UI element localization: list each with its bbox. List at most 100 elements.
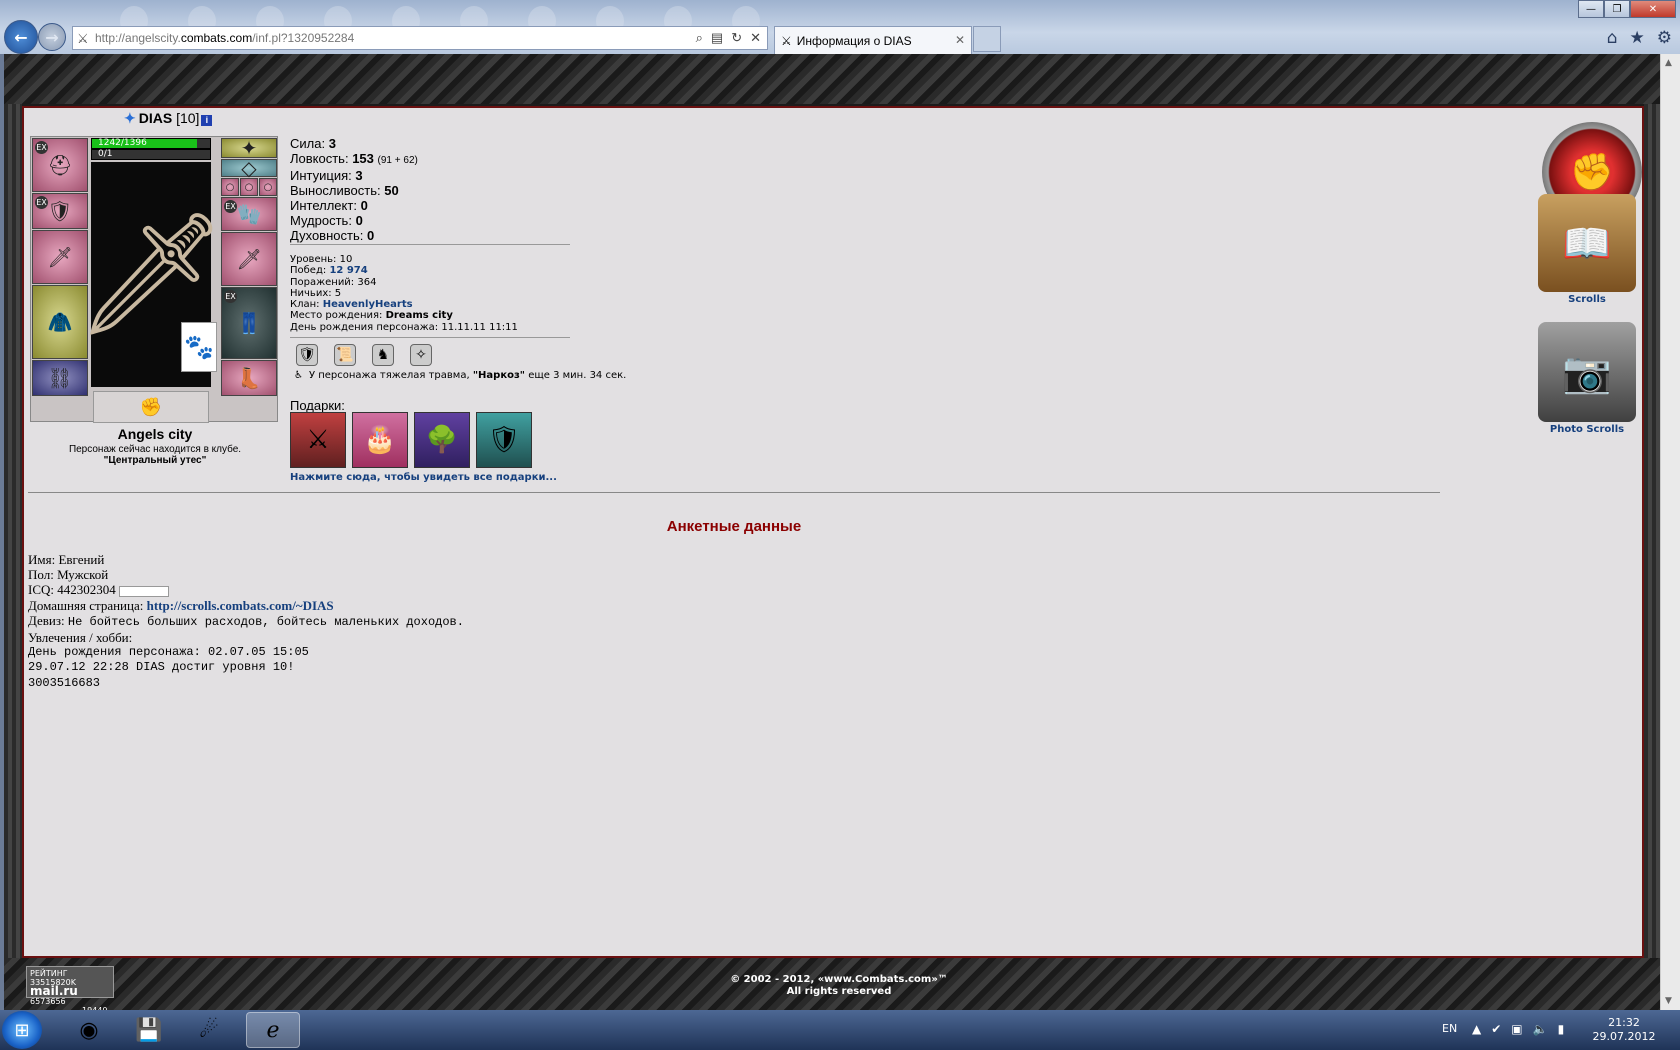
meta-divider <box>290 337 570 338</box>
stats-divider <box>290 244 570 245</box>
tray-app-icon[interactable]: ✔ <box>1491 1022 1501 1036</box>
amulet-slot[interactable]: ✦ <box>221 136 277 160</box>
belt-slot[interactable]: ⛓ <box>32 360 88 396</box>
effect-armor-icon[interactable]: 🛡 <box>296 344 318 366</box>
right-weapon-slot[interactable]: 🗡 <box>221 232 277 286</box>
clock[interactable]: 21:32 29.07.2012 <box>1580 1016 1668 1044</box>
meta-birthday: День рождения персонажа: 11.11.11 11:11 <box>290 321 518 333</box>
forward-button[interactable]: → <box>38 23 66 51</box>
favorites-star-icon[interactable]: ★ <box>1630 28 1645 48</box>
search-icon[interactable]: ⌕ <box>696 30 703 46</box>
photo-scrolls-label: Photo Scrolls <box>1549 424 1625 435</box>
effect-magic-icon[interactable]: ✧ <box>410 344 432 366</box>
clan-link[interactable]: HeavenlyHearts <box>323 299 413 310</box>
ring-slot-3[interactable]: ○ <box>259 178 277 196</box>
stat-endurance: Выносливость: 50 <box>290 183 399 198</box>
helmet-slot[interactable]: EX ⛑ <box>32 138 88 192</box>
language-indicator[interactable]: EN <box>1442 1022 1457 1035</box>
tab-close-icon[interactable]: ✕ <box>955 33 965 47</box>
scroll-down-icon[interactable]: ▼ <box>1665 996 1672 1006</box>
anket-hobby: Увлечения / хобби: <box>28 630 133 646</box>
section-divider <box>28 492 1440 493</box>
mailru-rating-counter[interactable]: РЕЙТИНГ 33515820K mail.ru 6573656 19440 <box>26 966 114 1015</box>
gear-icon[interactable]: ⚙ <box>1657 28 1672 48</box>
scrolls-label: Scrolls <box>1568 294 1606 305</box>
minimize-button[interactable]: — <box>1578 0 1604 18</box>
web-page: ✦ DIAS [10] i EX ⛑ EX 🛡 🗡 🧥 ⛓ 1242/1396 0/1 … <box>4 54 1660 1015</box>
refresh-icon[interactable]: ↻ <box>731 30 742 46</box>
character-level: [10] <box>176 110 200 126</box>
meta-losses: Поражений: 364 <box>290 276 377 288</box>
url-domain: combats.com <box>180 31 253 45</box>
anket-name: Имя: Евгений <box>28 552 105 567</box>
effects-row: 🛡 📜 ♞ ✧ <box>296 344 432 366</box>
copyright: © 2002 - 2012, «www.Combats.com»™ All ri… <box>730 974 948 997</box>
frame-right-border <box>1644 104 1660 960</box>
wins-link[interactable]: 12 974 <box>329 265 367 276</box>
gift-tree-icon[interactable]: 🌳 <box>414 412 470 468</box>
photo-scrolls-link[interactable]: 📷 Photo Scrolls <box>1538 322 1636 435</box>
floppy-taskbar-icon[interactable]: 💾 <box>122 1012 176 1048</box>
ring-slot-2[interactable]: ○ <box>240 178 258 196</box>
city-name: Angels city <box>117 426 193 442</box>
pet-icon[interactable]: 🐾 <box>181 322 217 372</box>
effect-spirit-icon[interactable]: ♞ <box>372 344 394 366</box>
site-favicon-icon: ⚔ <box>77 31 89 46</box>
page-scrollbar[interactable]: ▲ ▼ <box>1660 54 1680 1010</box>
anket-motto: Девиз: Не бойтесь больших расходов, бойт… <box>28 612 464 629</box>
anket-sex: Пол: Мужской <box>28 567 109 583</box>
power-icon[interactable]: ▮ <box>1558 1022 1565 1036</box>
gift-shield-icon[interactable]: 🛡 <box>476 412 532 468</box>
trauma-icon: ♿ <box>294 370 303 381</box>
character-doll: EX ⛑ EX 🛡 🗡 🧥 ⛓ 1242/1396 0/1 🗡 🐾 ✊ ✦ ◇ ○ … <box>30 136 278 423</box>
club-name: "Центральный утес" <box>103 455 207 466</box>
window-controls: — ❐ ✕ <box>1578 0 1676 18</box>
start-button[interactable]: ⊞ <box>2 1011 42 1049</box>
home-icon[interactable]: ⌂ <box>1607 28 1618 48</box>
chrome-taskbar-icon[interactable]: ◉ <box>62 1012 116 1048</box>
meta-level: Уровень: 10 <box>290 254 353 265</box>
scrolls-book-icon: 📖 <box>1538 194 1636 292</box>
gloves-slot[interactable]: EX 🧤 <box>221 197 277 231</box>
stop-icon[interactable]: ✕ <box>750 30 761 46</box>
app-taskbar-icon[interactable]: ☄ <box>182 1012 236 1048</box>
info-icon[interactable]: i <box>201 115 213 126</box>
address-tools: ⌕ ▤ ↻ ✕ <box>696 30 761 46</box>
url-prefix: http://angelscity. <box>95 31 181 45</box>
ie-taskbar-icon[interactable]: ℯ <box>246 1012 300 1048</box>
scroll-up-icon[interactable]: ▲ <box>1665 58 1672 68</box>
tray-expand-icon[interactable]: ▲ <box>1472 1022 1481 1036</box>
gift-cake-icon[interactable]: 🎂 <box>352 412 408 468</box>
leggings-slot[interactable]: EX 👖 <box>221 287 277 359</box>
ring-slot-1[interactable]: ○ <box>221 178 239 196</box>
stat-strength: Сила: 3 <box>290 136 336 151</box>
compatibility-icon[interactable]: ▤ <box>711 30 723 46</box>
hp-text: 1242/1396 <box>98 138 147 148</box>
restore-button[interactable]: ❐ <box>1604 0 1630 18</box>
volume-icon[interactable]: 🔈 <box>1533 1022 1548 1036</box>
anket-birthday: День рождения персонажа: 02.07.05 15:05 <box>28 645 309 660</box>
meta-draws: Ничьих: 5 <box>290 287 342 299</box>
tab-favicon-icon: ⚔ <box>781 33 792 48</box>
anket-event: 29.07.12 22:28 DIAS достиг уровня 10! <box>28 660 295 675</box>
homepage-link[interactable]: http://scrolls.combats.com/~DIAS <box>147 598 334 613</box>
hp-bar: 1242/1396 <box>91 138 211 149</box>
effect-scroll-icon[interactable]: 📜 <box>334 344 356 366</box>
system-tray: ▲ ✔ ▣ 🔈 ▮ <box>1472 1022 1564 1036</box>
back-button[interactable]: ← <box>4 20 38 54</box>
all-gifts-link[interactable]: Нажмите сюда, чтобы увидеть все подарки.… <box>290 472 557 483</box>
icq-status-box <box>119 585 169 597</box>
gifts-label: Подарки: <box>290 398 345 413</box>
clock-time: 21:32 <box>1608 1016 1640 1029</box>
anket-number: 3003516683 <box>28 675 101 690</box>
earrings-slot[interactable]: ◇ <box>221 156 277 180</box>
gift-warrior-icon[interactable]: ⚔ <box>290 412 346 468</box>
new-tab-button[interactable] <box>973 26 1001 52</box>
tab-active[interactable]: ⚔ Информация о DIAS ✕ <box>774 26 972 54</box>
scrolls-link[interactable]: 📖 Scrolls <box>1538 194 1636 305</box>
stat-wisdom: Мудрость: 0 <box>290 213 363 228</box>
address-bar[interactable]: ⚔ http://angelscity. combats.com/inf.pl?1… <box>72 26 768 50</box>
boots-slot[interactable]: 👢 <box>221 360 277 396</box>
close-window-button[interactable]: ✕ <box>1630 0 1676 18</box>
network-icon[interactable]: ▣ <box>1511 1022 1522 1036</box>
